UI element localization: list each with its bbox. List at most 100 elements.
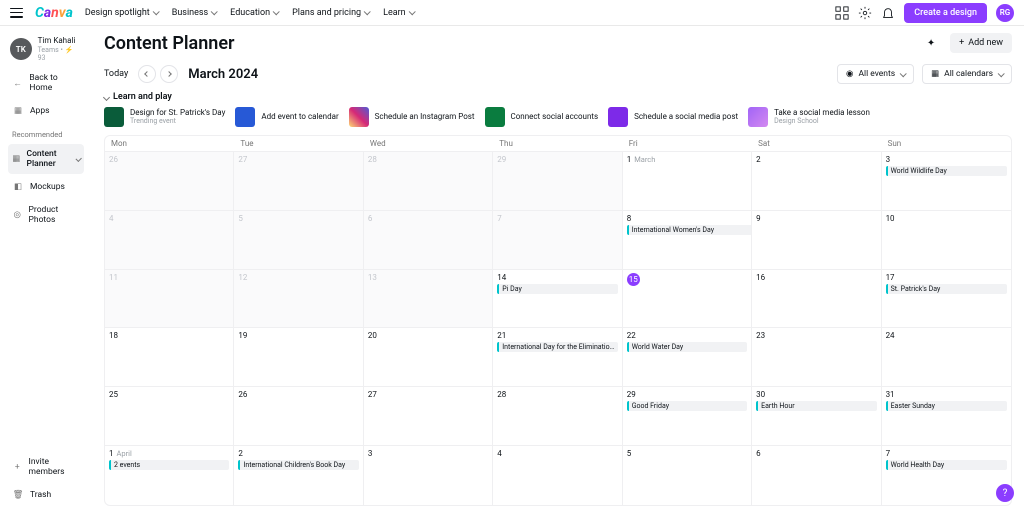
calendar-day[interactable]: 5 xyxy=(234,211,363,269)
calendar-day[interactable]: 28 xyxy=(493,387,622,445)
prev-month-button[interactable] xyxy=(138,65,156,83)
calendar-day[interactable]: 26 xyxy=(105,152,234,210)
nav-item[interactable]: Plans and pricing xyxy=(292,8,369,18)
calendar-day[interactable]: 2International Children's Book Day xyxy=(234,446,363,505)
calendar-day[interactable]: 7 xyxy=(493,211,622,269)
calendar-day[interactable]: 9 xyxy=(752,211,881,269)
calendar-day[interactable]: 10 xyxy=(882,211,1011,269)
calendar-event[interactable]: International Children's Book Day xyxy=(238,460,358,470)
sidebar-back[interactable]: ←Back to Home xyxy=(8,68,84,98)
filter-events[interactable]: ◉All events xyxy=(837,64,914,84)
calendar-day[interactable]: 27 xyxy=(234,152,363,210)
calendar-event[interactable]: 2 events xyxy=(109,460,229,470)
calendar-day[interactable]: 2 xyxy=(752,152,881,210)
learn-card[interactable]: Add event to calendar xyxy=(235,107,338,127)
calendar-day[interactable]: 27 xyxy=(364,387,493,445)
calendar-day[interactable]: 24 xyxy=(882,328,1011,386)
calendar-day[interactable]: 29 xyxy=(493,152,622,210)
calendar-day[interactable]: 15 xyxy=(623,270,752,328)
calendar-day[interactable]: 1March xyxy=(623,152,752,210)
calendar-event[interactable]: International Women's Day xyxy=(627,225,752,235)
user-avatar[interactable]: RG xyxy=(996,4,1014,22)
calendar-day[interactable]: 6 xyxy=(364,211,493,269)
grid-icon[interactable] xyxy=(835,6,849,20)
learn-toggle[interactable]: Learn and play xyxy=(104,92,1012,102)
card-thumbnail xyxy=(104,107,124,127)
day-number: 12 xyxy=(238,273,247,282)
calendar-day[interactable]: 19 xyxy=(234,328,363,386)
gear-icon[interactable] xyxy=(858,6,872,20)
calendar-day[interactable]: 8International Women's Day xyxy=(623,211,752,269)
calendar-day[interactable]: 23 xyxy=(752,328,881,386)
learn-card[interactable]: Design for St. Patrick's DayTrending eve… xyxy=(104,107,225,127)
nav-item[interactable]: Education xyxy=(230,8,278,18)
today-button[interactable]: Today xyxy=(104,69,128,79)
day-number: 3 xyxy=(886,155,891,164)
nav-item[interactable]: Learn xyxy=(383,8,414,18)
canva-logo[interactable]: Canva xyxy=(35,5,73,21)
calendar-event[interactable]: World Wildlife Day xyxy=(886,166,1007,176)
calendar-day[interactable]: 29Good Friday xyxy=(623,387,752,445)
bell-icon[interactable] xyxy=(881,6,895,20)
calendar-day[interactable]: 12 xyxy=(234,270,363,328)
calendar-event[interactable]: International Day for the Elimination of… xyxy=(497,342,617,352)
team-switcher[interactable]: TK Tim KahaliTeams • ⚡ 93 xyxy=(8,32,84,66)
calendar-day[interactable]: 26 xyxy=(234,387,363,445)
learn-card[interactable]: Schedule a social media post xyxy=(608,107,738,127)
calendar-event[interactable]: St. Patrick's Day xyxy=(886,284,1007,294)
sidebar-trash[interactable]: 🗑Trash xyxy=(8,484,84,506)
day-number: 7 xyxy=(497,214,502,223)
calendar-day[interactable]: 16 xyxy=(752,270,881,328)
calendar-day[interactable]: 5 xyxy=(623,446,752,505)
help-button[interactable]: ? xyxy=(996,484,1014,502)
calendar-event[interactable]: World Water Day xyxy=(627,342,747,352)
nav-item[interactable]: Design spotlight xyxy=(85,8,158,18)
calendar-day[interactable]: 30Earth Hour xyxy=(752,387,881,445)
calendar-day[interactable]: 11 xyxy=(105,270,234,328)
day-number: 29 xyxy=(497,155,506,164)
calendar-day[interactable]: 17St. Patrick's Day xyxy=(882,270,1011,328)
plus-icon: + xyxy=(12,461,23,473)
dow-label: Tue xyxy=(234,136,363,151)
calendar-day[interactable]: 20 xyxy=(364,328,493,386)
sidebar-mockups[interactable]: ◧Mockups xyxy=(8,176,84,198)
learn-card[interactable]: Schedule an Instagram Post xyxy=(349,107,475,127)
page-title: Content Planner xyxy=(104,33,234,54)
calendar-day[interactable]: 25 xyxy=(105,387,234,445)
sparkle-icon[interactable]: ✦ xyxy=(920,32,942,54)
learn-card[interactable]: Take a social media lessonDesign School xyxy=(748,107,870,127)
calendar-day[interactable]: 4 xyxy=(105,211,234,269)
nav-item[interactable]: Business xyxy=(172,8,216,18)
sidebar-invite[interactable]: +Invite members xyxy=(8,452,84,482)
calendar-day[interactable]: 21International Day for the Elimination … xyxy=(493,328,622,386)
calendar-day[interactable]: 22World Water Day xyxy=(623,328,752,386)
calendar-day[interactable]: 3 xyxy=(364,446,493,505)
calendar-day[interactable]: 13 xyxy=(364,270,493,328)
sidebar-content-planner[interactable]: ▦Content Planner xyxy=(8,144,84,174)
filter-calendars[interactable]: ▦All calendars xyxy=(922,64,1012,84)
camera-icon: ◎ xyxy=(12,209,23,221)
calendar-event[interactable]: Easter Sunday xyxy=(886,401,1007,411)
create-design-button[interactable]: Create a design xyxy=(904,3,987,23)
calendar-day[interactable]: 1April2 events xyxy=(105,446,234,505)
sidebar-product-photos[interactable]: ◎Product Photos xyxy=(8,200,84,230)
calendar-day[interactable]: 31Easter Sunday xyxy=(882,387,1011,445)
learn-card[interactable]: Connect social accounts xyxy=(485,107,599,127)
calendar-event[interactable]: Earth Hour xyxy=(756,401,876,411)
calendar-day[interactable]: 7World Health Day xyxy=(882,446,1011,505)
calendar-event[interactable]: World Health Day xyxy=(886,460,1007,470)
calendar-event[interactable]: Pi Day xyxy=(497,284,617,294)
app-shell: TK Tim KahaliTeams • ⚡ 93 ←Back to Home … xyxy=(0,26,1024,512)
calendar-day[interactable]: 28 xyxy=(364,152,493,210)
trash-icon: 🗑 xyxy=(12,489,24,501)
next-month-button[interactable] xyxy=(160,65,178,83)
calendar-day[interactable]: 6 xyxy=(752,446,881,505)
calendar-day[interactable]: 18 xyxy=(105,328,234,386)
add-new-button[interactable]: +Add new xyxy=(950,33,1012,53)
sidebar-apps[interactable]: ▦Apps xyxy=(8,100,84,122)
calendar-event[interactable]: Good Friday xyxy=(627,401,747,411)
hamburger-icon[interactable] xyxy=(10,8,23,18)
calendar-day[interactable]: 14Pi Day xyxy=(493,270,622,328)
calendar-day[interactable]: 3 World Wildlife Day xyxy=(882,152,1011,210)
calendar-day[interactable]: 4 xyxy=(493,446,622,505)
